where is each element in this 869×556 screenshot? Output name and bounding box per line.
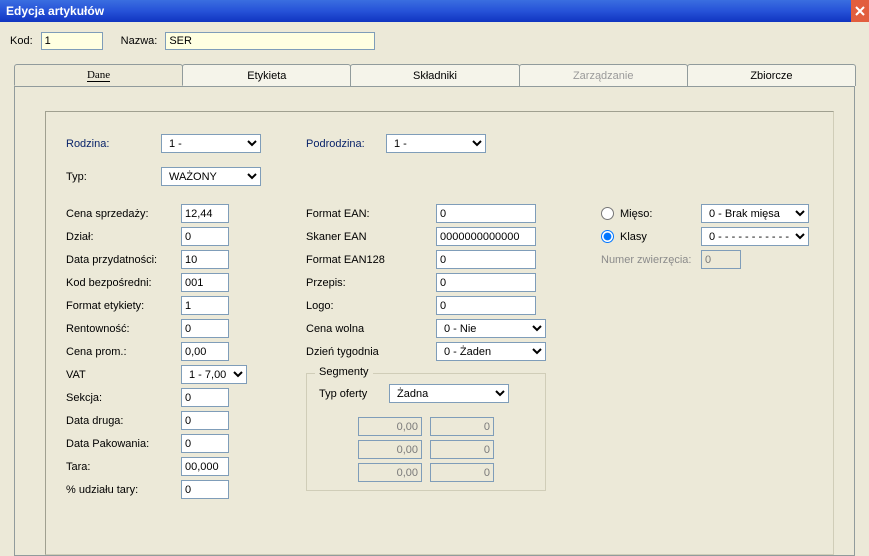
window-titlebar: Edycja artykułów bbox=[0, 0, 869, 22]
numer-zwierzecia-input bbox=[701, 250, 741, 269]
cena-sprzedazy-label: Cena sprzedaży: bbox=[66, 208, 181, 220]
rentownosc-label: Rentowność: bbox=[66, 323, 181, 335]
data-druga-label: Data druga: bbox=[66, 415, 181, 427]
dzial-input[interactable] bbox=[181, 227, 229, 246]
dzien-tygodnia-label: Dzień tygodnia bbox=[306, 346, 436, 358]
logo-label: Logo: bbox=[306, 300, 436, 312]
cena-prom-input[interactable] bbox=[181, 342, 229, 361]
tab-skladniki[interactable]: Składniki bbox=[350, 64, 519, 86]
seg-c2-input bbox=[430, 463, 494, 482]
segmenty-legend: Segmenty bbox=[315, 366, 373, 378]
mieso-radio-input[interactable] bbox=[601, 207, 614, 220]
nazwa-label: Nazwa: bbox=[121, 35, 158, 47]
vat-label: VAT bbox=[66, 369, 181, 381]
tara-input[interactable] bbox=[181, 457, 229, 476]
vat-select[interactable]: 1 - 7,00 bbox=[181, 365, 247, 384]
cena-sprzedazy-input[interactable] bbox=[181, 204, 229, 223]
format-etykiety-input[interactable] bbox=[181, 296, 229, 315]
seg-a1-input bbox=[358, 417, 422, 436]
format-etykiety-label: Format etykiety: bbox=[66, 300, 181, 312]
mieso-radio[interactable]: Mięso: bbox=[601, 207, 701, 220]
typ-oferty-label: Typ oferty bbox=[319, 388, 389, 400]
tab-panel: Rodzina: 1 - Podrodzina: 1 - Typ: WAŻONY… bbox=[14, 86, 855, 556]
data-przydatnosci-input[interactable] bbox=[181, 250, 229, 269]
dzien-tygodnia-select[interactable]: 0 - Żaden bbox=[436, 342, 546, 361]
sekcja-input[interactable] bbox=[181, 388, 229, 407]
udzial-tary-input[interactable] bbox=[181, 480, 229, 499]
nazwa-input[interactable] bbox=[165, 32, 375, 50]
close-icon[interactable] bbox=[851, 0, 869, 22]
form-frame: Rodzina: 1 - Podrodzina: 1 - Typ: WAŻONY… bbox=[45, 111, 834, 555]
przepis-input[interactable] bbox=[436, 273, 536, 292]
data-pakowania-label: Data Pakowania: bbox=[66, 438, 181, 450]
logo-input[interactable] bbox=[436, 296, 536, 315]
tara-label: Tara: bbox=[66, 461, 181, 473]
klasy-radio[interactable]: Klasy bbox=[601, 230, 701, 243]
klasy-select[interactable]: 0 - - - - - - - - - - - bbox=[701, 227, 809, 246]
cena-prom-label: Cena prom.: bbox=[66, 346, 181, 358]
data-pakowania-input[interactable] bbox=[181, 434, 229, 453]
tab-zbiorcze[interactable]: Zbiorcze bbox=[687, 64, 856, 86]
dzial-label: Dział: bbox=[66, 231, 181, 243]
middle-column: Format EAN: Skaner EAN Format EAN128 Prz… bbox=[306, 202, 546, 491]
cena-wolna-select[interactable]: 0 - Nie bbox=[436, 319, 546, 338]
seg-c1-input bbox=[358, 463, 422, 482]
data-druga-input[interactable] bbox=[181, 411, 229, 430]
klasy-radio-input[interactable] bbox=[601, 230, 614, 243]
tab-zarzadzanie: Zarządzanie bbox=[519, 64, 688, 86]
typ-label: Typ: bbox=[66, 171, 161, 183]
kod-label: Kod: bbox=[10, 35, 33, 47]
format-ean128-input[interactable] bbox=[436, 250, 536, 269]
rentownosc-input[interactable] bbox=[181, 319, 229, 338]
left-column: Cena sprzedaży: Dział: Data przydatności… bbox=[66, 202, 247, 501]
podrodzina-select[interactable]: 1 - bbox=[386, 134, 486, 153]
udzial-tary-label: % udziału tary: bbox=[66, 484, 181, 496]
skaner-ean-input[interactable] bbox=[436, 227, 536, 246]
numer-zwierzecia-label: Numer zwierzęcia: bbox=[601, 254, 701, 266]
typ-select[interactable]: WAŻONY bbox=[161, 167, 261, 186]
kod-input[interactable] bbox=[41, 32, 103, 50]
typ-oferty-select[interactable]: Żadna bbox=[389, 384, 509, 403]
header-row: Kod: Nazwa: bbox=[0, 22, 869, 64]
mieso-select[interactable]: 0 - Brak mięsa bbox=[701, 204, 809, 223]
format-ean-input[interactable] bbox=[436, 204, 536, 223]
tab-strip: Dane Etykieta Składniki Zarządzanie Zbio… bbox=[14, 64, 855, 86]
format-ean128-label: Format EAN128 bbox=[306, 254, 436, 266]
seg-a2-input bbox=[430, 417, 494, 436]
kod-bezposredni-input[interactable] bbox=[181, 273, 229, 292]
seg-b2-input bbox=[430, 440, 494, 459]
window-title: Edycja artykułów bbox=[6, 4, 104, 18]
right-column: Mięso: 0 - Brak mięsa Klasy 0 - - - - - … bbox=[601, 202, 809, 271]
cena-wolna-label: Cena wolna bbox=[306, 323, 436, 335]
format-ean-label: Format EAN: bbox=[306, 208, 436, 220]
mieso-label: Mięso: bbox=[620, 208, 652, 220]
kod-bezposredni-label: Kod bezpośredni: bbox=[66, 277, 181, 289]
rodzina-label: Rodzina: bbox=[66, 138, 161, 150]
seg-b1-input bbox=[358, 440, 422, 459]
sekcja-label: Sekcja: bbox=[66, 392, 181, 404]
przepis-label: Przepis: bbox=[306, 277, 436, 289]
klasy-label: Klasy bbox=[620, 231, 647, 243]
segmenty-group: Segmenty Typ oferty Żadna bbox=[306, 373, 546, 491]
tab-etykieta[interactable]: Etykieta bbox=[182, 64, 351, 86]
skaner-ean-label: Skaner EAN bbox=[306, 231, 436, 243]
tab-dane[interactable]: Dane bbox=[14, 64, 183, 86]
podrodzina-label: Podrodzina: bbox=[306, 138, 386, 150]
data-przydatnosci-label: Data przydatności: bbox=[66, 254, 181, 266]
rodzina-select[interactable]: 1 - bbox=[161, 134, 261, 153]
